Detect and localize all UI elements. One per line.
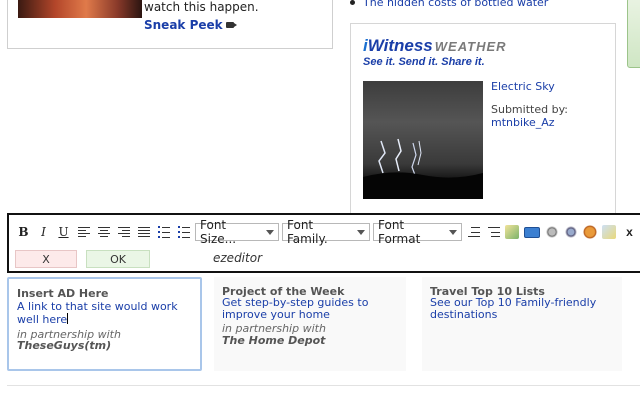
lightning-photo[interactable] bbox=[363, 81, 483, 199]
align-center-button[interactable] bbox=[95, 223, 112, 241]
outdent-button[interactable] bbox=[465, 223, 482, 241]
bullet-icon bbox=[350, 0, 355, 5]
font-family-select[interactable]: Font Family. bbox=[282, 218, 370, 246]
sneak-peek-label[interactable]: Sneak Peek bbox=[144, 18, 223, 32]
spellcheck-icon[interactable] bbox=[602, 225, 616, 239]
font-format-label: Font Format bbox=[378, 218, 421, 246]
indent-button[interactable] bbox=[485, 223, 502, 241]
bottled-water-link[interactable]: The hidden costs of bottled water bbox=[363, 0, 548, 9]
promo-link-text[interactable]: A link to that site would work well here bbox=[17, 300, 178, 326]
ordered-list-button[interactable] bbox=[155, 223, 172, 241]
submitter-user-link[interactable]: mtnbike_Az bbox=[491, 116, 555, 129]
insert-link-icon[interactable] bbox=[545, 225, 559, 239]
outdent-icon bbox=[467, 227, 480, 237]
partner-name: The Home Depot bbox=[222, 334, 326, 347]
side-ad-edge[interactable] bbox=[627, 0, 640, 68]
photo-title-link[interactable]: Electric Sky bbox=[491, 80, 555, 93]
insert-table-icon[interactable] bbox=[524, 226, 540, 238]
unlink-icon[interactable] bbox=[564, 225, 578, 239]
align-left-icon bbox=[77, 227, 90, 237]
editor-name-label: ezeditor bbox=[213, 251, 262, 265]
iwitness-logo[interactable]: iWitness WEATHER bbox=[363, 36, 507, 56]
justify-icon bbox=[137, 227, 150, 237]
more-button[interactable]: x bbox=[621, 223, 638, 241]
section-divider bbox=[7, 385, 640, 386]
promo-link[interactable]: See our Top 10 Family-friendly destinati… bbox=[430, 297, 616, 321]
align-right-icon bbox=[117, 227, 130, 237]
unordered-list-icon bbox=[177, 225, 190, 238]
story-text: watch this happen. bbox=[144, 0, 259, 14]
rich-text-editor: B I U Font Size... Font Family. Font For… bbox=[7, 213, 640, 273]
text-caret bbox=[67, 313, 69, 324]
ok-button[interactable]: OK bbox=[86, 250, 150, 268]
iwitness-tagline: See it. Send it. Share it. bbox=[363, 56, 485, 68]
underline-button[interactable]: U bbox=[55, 223, 72, 241]
story-card: watch this happen. Sneak Peek bbox=[7, 0, 333, 49]
promo-link-editable[interactable]: A link to that site would work well here bbox=[17, 301, 194, 326]
chevron-down-icon bbox=[449, 229, 457, 235]
logo-weather: WEATHER bbox=[434, 39, 507, 54]
cancel-button[interactable]: X bbox=[15, 250, 77, 268]
ordered-list-icon bbox=[157, 225, 170, 238]
lightning-bolt-graphic bbox=[363, 138, 483, 199]
promo-link[interactable]: Get step-by-step guides to improve your … bbox=[222, 297, 400, 321]
sneak-peek-link[interactable]: Sneak Peek bbox=[144, 18, 237, 32]
video-camera-icon bbox=[225, 22, 237, 28]
chevron-down-icon bbox=[357, 229, 365, 235]
align-center-icon bbox=[97, 227, 110, 237]
iwitness-weather-box: iWitness WEATHER See it. Send it. Share i… bbox=[350, 23, 616, 225]
font-size-label: Font Size... bbox=[200, 218, 237, 246]
align-right-button[interactable] bbox=[115, 223, 132, 241]
bullet-list-item: The hidden costs of bottled water bbox=[350, 0, 548, 9]
logo-witness: Witness bbox=[367, 36, 433, 55]
edit-source-icon[interactable] bbox=[505, 225, 519, 239]
unordered-list-button[interactable] bbox=[175, 223, 192, 241]
align-left-button[interactable] bbox=[75, 223, 92, 241]
italic-button[interactable]: I bbox=[35, 223, 52, 241]
submitted-by-label: Submitted by: bbox=[491, 103, 568, 116]
bold-button[interactable]: B bbox=[15, 223, 32, 241]
indent-icon bbox=[487, 227, 500, 237]
promo-box-ad[interactable]: Insert AD Here A link to that site would… bbox=[7, 277, 202, 371]
font-family-label: Font Family. bbox=[287, 218, 328, 246]
promo-box-travel: Travel Top 10 Lists See our Top 10 Famil… bbox=[422, 277, 622, 371]
promo-box-project: Project of the Week Get step-by-step gui… bbox=[214, 277, 406, 371]
editor-toolbar: B I U Font Size... Font Family. Font For… bbox=[15, 218, 640, 246]
insert-image-icon[interactable] bbox=[583, 225, 597, 239]
justify-button[interactable] bbox=[135, 223, 152, 241]
partner-name: TheseGuys(tm) bbox=[17, 339, 112, 352]
font-format-select[interactable]: Font Format bbox=[373, 218, 462, 246]
story-thumbnail[interactable] bbox=[18, 0, 142, 18]
promo-title: Insert AD Here bbox=[17, 287, 109, 300]
chevron-down-icon bbox=[266, 229, 274, 235]
font-size-select[interactable]: Font Size... bbox=[195, 218, 279, 246]
